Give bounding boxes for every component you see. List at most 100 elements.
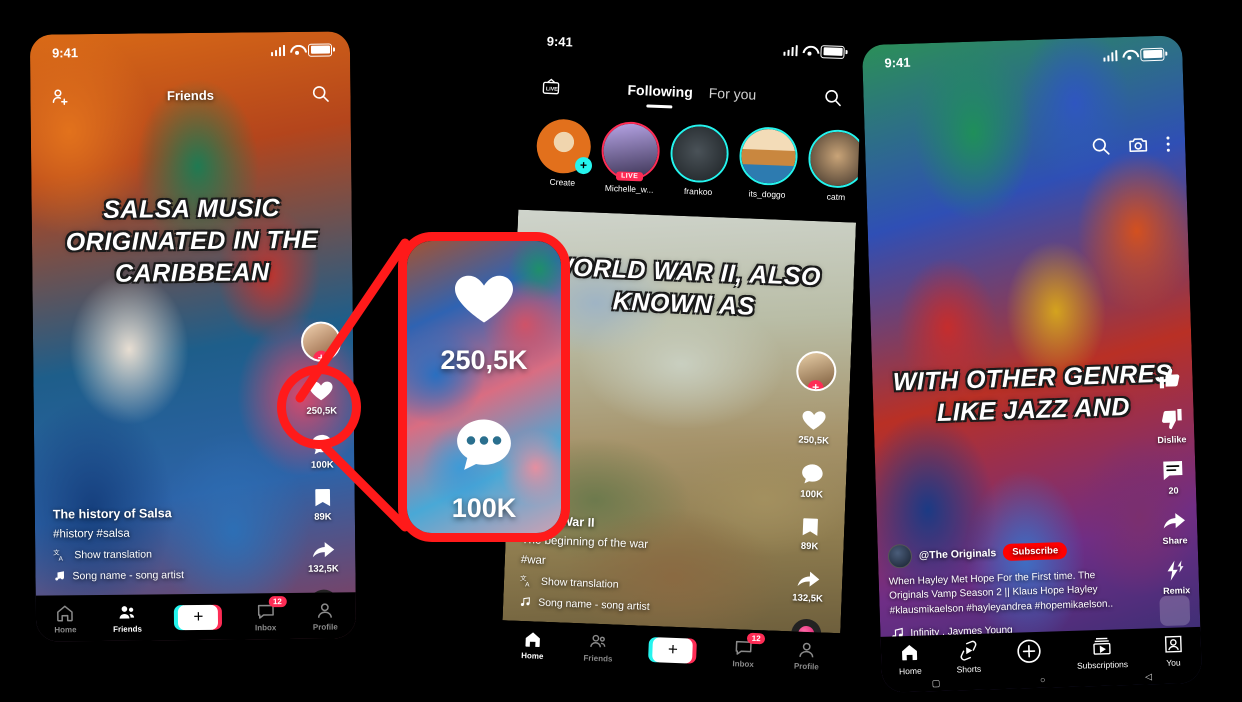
follow-plus-button[interactable]: + [313,350,330,362]
tab-shorts[interactable]: Shorts [956,640,981,675]
video-description[interactable]: When Hayley Met Hope For the First time.… [889,568,1130,619]
screenshot-stage: 9:41 Friends SALSA MUSIC ORIGINATED IN T… [0,0,1242,702]
magnifier-source-circle [277,365,361,449]
tab-friends[interactable]: Friends [113,602,142,633]
remix-button[interactable]: Remix [1162,558,1190,596]
bookmark-icon[interactable] [799,515,822,540]
story-create[interactable]: + Create [535,118,593,204]
story-live-user[interactable]: LIVE Michelle_w... [600,120,661,207]
signal-bars-icon [782,44,798,56]
search-icon[interactable] [310,84,330,104]
tab-home[interactable]: Home [521,629,544,660]
show-translation-row[interactable]: 文A Show translation [53,547,184,562]
rail-avatar-item[interactable]: + [300,321,342,362]
tab-home[interactable]: Home [54,603,77,634]
comment-icon[interactable] [1160,457,1186,483]
channel-avatar[interactable] [887,543,913,569]
tab-for-you[interactable]: For you [709,85,757,103]
phone-1-status-bar: 9:41 [30,31,350,64]
circle-icon[interactable]: ○ [1040,675,1046,685]
story-user[interactable]: its_doggo [737,126,799,212]
subscribe-button[interactable]: Subscribe [1002,541,1068,561]
thumbs-up-icon[interactable] [1157,365,1183,391]
tab-you[interactable]: You [1162,633,1184,668]
tab-subscriptions[interactable]: Subscriptions [1076,635,1128,671]
heart-icon[interactable] [800,406,828,434]
comment-button[interactable]: 20 [1160,457,1186,496]
tab-create[interactable]: + [652,636,694,664]
tab-following[interactable]: Following [627,82,693,100]
search-icon[interactable] [822,87,843,108]
share-button[interactable]: 132,5K [792,566,824,605]
comment-button[interactable]: 100K [798,461,825,501]
share-arrow-icon[interactable] [795,567,822,592]
story-ring [669,123,730,184]
stories-row[interactable]: + Create LIVE Michelle_w... frankoo its_… [519,118,864,215]
search-icon[interactable] [1090,135,1112,157]
callout-comment-count: 100K [451,493,517,523]
share-arrow-icon[interactable] [310,538,336,562]
plus-create-icon[interactable]: + [178,604,219,630]
story-user[interactable]: frankoo [668,123,730,209]
translate-icon: 文A [53,548,67,562]
more-vertical-icon[interactable] [1165,134,1172,155]
square-icon[interactable]: ▢ [932,678,941,689]
wifi-icon [802,45,815,55]
plus-create-icon[interactable]: + [652,636,694,664]
live-tv-icon[interactable]: LIVE [541,76,562,97]
tab-friends-label: Friends [113,624,143,634]
story-avatar [602,122,659,179]
music-row[interactable]: Song name - song artist [53,568,184,582]
profile-avatar[interactable]: + [300,321,342,362]
comment-bubble-icon[interactable] [799,461,826,488]
tab-profile[interactable]: Profile [794,639,820,671]
music-row[interactable]: Song name - song artist [519,595,650,613]
share-button[interactable]: 132,5K [308,537,339,575]
tab-inbox[interactable]: 12 Inbox [732,632,766,668]
bookmark-icon[interactable] [312,486,334,510]
profile-avatar[interactable]: + [795,350,838,392]
tab-create[interactable]: + [178,604,219,630]
thumbs-down-icon[interactable] [1158,406,1184,432]
channel-handle[interactable]: @The Originals [919,547,997,561]
bookmark-button[interactable]: 89K [312,486,334,523]
share-count: 132,5K [308,563,339,575]
phone-1-caption: The history of Salsa #history #salsa 文A … [53,506,184,589]
video-thumbnail[interactable] [1159,595,1191,627]
caption-hashtags[interactable]: #history #salsa [53,527,184,541]
share-button[interactable]: Share [1161,508,1188,546]
show-translation-row[interactable]: 文A Show translation [520,574,651,593]
tab-home[interactable]: Home [898,642,922,676]
story-name: catm [826,191,846,203]
tab-friends-label: Friends [583,652,613,664]
dislike-label: Dislike [1157,434,1187,446]
svg-text:A: A [59,556,64,563]
rail-avatar-item[interactable]: + [795,350,838,392]
like-button[interactable]: 250,5K [798,406,830,447]
wifi-icon [290,45,303,55]
caption-hashtags[interactable]: #war [521,554,652,571]
dislike-button[interactable]: Dislike [1156,406,1187,446]
follow-plus-button[interactable]: + [807,379,824,392]
back-triangle-icon[interactable]: ◁ [1145,671,1152,682]
tab-profile[interactable]: Profile [313,600,338,631]
share-icon[interactable] [1161,508,1188,533]
wifi-icon [1122,50,1135,60]
tab-create[interactable] [1015,638,1042,665]
bookmark-count: 89K [314,511,332,523]
bookmark-button[interactable]: 89K [798,515,821,553]
inbox-badge: 12 [746,632,766,644]
story-user[interactable]: catm [806,128,864,215]
add-person-icon[interactable] [50,86,70,106]
tab-inbox[interactable]: 12 Inbox [255,595,287,632]
camera-icon[interactable] [1127,134,1150,156]
tab-friends[interactable]: Friends [583,631,613,663]
show-translation-label: Show translation [540,575,619,591]
comment-count: 100K [800,488,824,501]
tab-you-label: You [1166,657,1181,668]
status-time: 9:41 [51,44,79,60]
remix-icon[interactable] [1164,558,1189,583]
create-plus-icon[interactable]: + [574,156,593,175]
like-button[interactable] [1157,365,1183,394]
phone-1-headline: SALSA MUSIC ORIGINATED IN THE CARIBBEAN [65,194,319,288]
